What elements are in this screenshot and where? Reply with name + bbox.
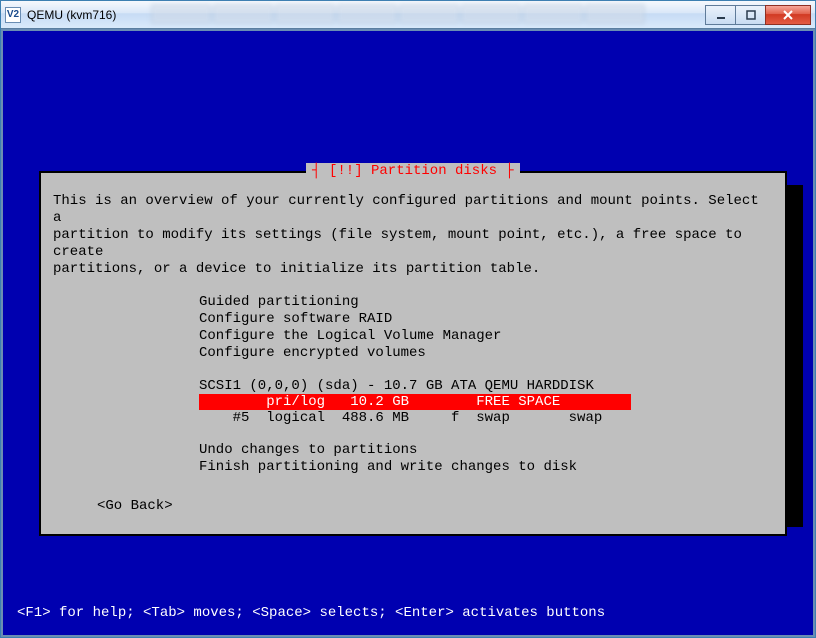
partition-5-swap[interactable]: #5 logical 488.6 MB f swap swap (199, 410, 773, 426)
close-button[interactable] (765, 5, 811, 25)
app-icon: V2 (5, 7, 21, 23)
maximize-icon (746, 10, 756, 20)
minimize-button[interactable] (705, 5, 735, 25)
menu-finish-partitioning[interactable]: Finish partitioning and write changes to… (53, 459, 773, 476)
menu-undo-changes[interactable]: Undo changes to partitions (53, 442, 773, 459)
application-window: V2 QEMU (kvm716) ┤ [!!] Partition disks (0, 0, 816, 638)
dialog-intro-text: This is an overview of your currently co… (53, 193, 773, 278)
installer-screen: ┤ [!!] Partition disks ├ This is an over… (13, 41, 803, 625)
minimize-icon (716, 10, 726, 20)
partition-dialog: ┤ [!!] Partition disks ├ This is an over… (39, 171, 787, 536)
go-back-button[interactable]: <Go Back> (53, 498, 773, 514)
partition-free-space[interactable]: pri/log 10.2 GB FREE SPACE (199, 394, 631, 410)
menu-guided-partitioning[interactable]: Guided partitioning (53, 294, 773, 311)
dialog-title-wrap: ┤ [!!] Partition disks ├ (41, 163, 785, 179)
close-icon (782, 10, 794, 20)
client-area: ┤ [!!] Partition disks ├ This is an over… (1, 29, 815, 637)
menu-configure-raid[interactable]: Configure software RAID (53, 311, 773, 328)
background-windows-ghost (151, 4, 645, 26)
titlebar[interactable]: V2 QEMU (kvm716) (1, 1, 815, 29)
maximize-button[interactable] (735, 5, 765, 25)
dialog-title: ┤ [!!] Partition disks ├ (312, 163, 514, 179)
window-controls (705, 5, 811, 25)
disk-header[interactable]: SCSI1 (0,0,0) (sda) - 10.7 GB ATA QEMU H… (53, 378, 773, 394)
menu-configure-lvm[interactable]: Configure the Logical Volume Manager (53, 328, 773, 345)
help-line: <F1> for help; <Tab> moves; <Space> sele… (17, 605, 605, 621)
window-title: QEMU (kvm716) (27, 8, 116, 22)
menu-configure-encrypted[interactable]: Configure encrypted volumes (53, 345, 773, 362)
menu-list: Guided partitioning Configure software R… (53, 294, 773, 362)
